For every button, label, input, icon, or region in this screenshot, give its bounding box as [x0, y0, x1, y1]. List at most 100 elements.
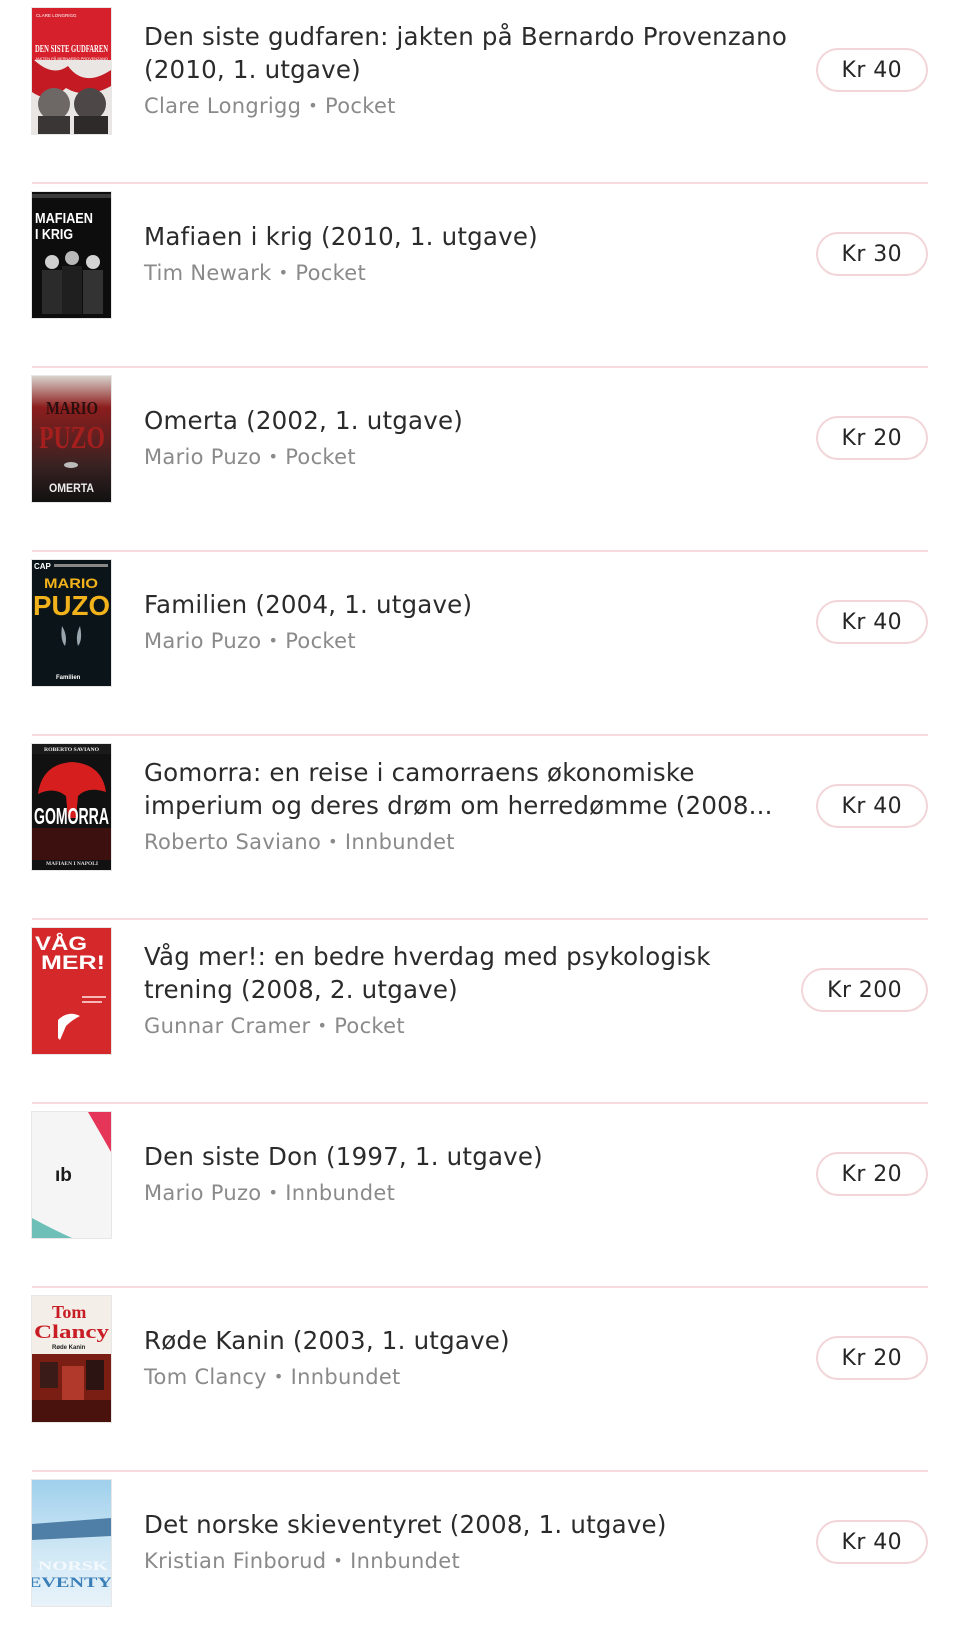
book-title[interactable]: Omerta (2002, 1. utgave) — [144, 404, 794, 437]
cover-text: Tom — [52, 1302, 86, 1322]
book-row[interactable]: NORSK EVENTY Det norske skieventyret (20… — [32, 1472, 928, 1628]
price-button[interactable]: Kr 200 — [801, 968, 928, 1012]
cover-omerta: MARIO PUZO OMERTA — [32, 376, 111, 502]
book-info: Familien (2004, 1. utgave) Mario Puzo • Po… — [144, 552, 794, 694]
separator-dot: • — [333, 1551, 344, 1570]
cover-text: CAP — [34, 562, 52, 571]
cover-placeholder: ıb — [32, 1112, 111, 1238]
book-meta: Tom Clancy • Innbundet — [144, 1362, 794, 1394]
price-button[interactable]: Kr 40 — [815, 48, 928, 92]
cover-text: JAKTEN PÅ BERNARDO PROVENZANO — [35, 56, 108, 61]
book-title[interactable]: Den siste Don (1997, 1. utgave) — [144, 1140, 794, 1173]
book-row[interactable]: MARIO PUZO OMERTA Omerta (2002, 1. utgav… — [32, 368, 928, 552]
cover-text: PUZO — [39, 419, 105, 455]
separator-dot: • — [268, 447, 279, 466]
book-author: Mario Puzo — [144, 445, 262, 469]
book-row[interactable]: VÅG MER! Våg mer!: en bedre hverdag med … — [32, 920, 928, 1104]
book-meta: Tim Newark • Pocket — [144, 258, 794, 290]
cover-text: NORSK — [38, 1558, 109, 1573]
book-format: Pocket — [285, 445, 356, 469]
book-row[interactable]: CAP MARIO PUZO Familien Familien (2004, … — [32, 552, 928, 736]
book-author: Tom Clancy — [144, 1365, 267, 1389]
book-format: Pocket — [295, 261, 367, 285]
book-meta: Mario Puzo • Pocket — [144, 626, 794, 658]
separator-dot: • — [268, 1183, 279, 1202]
book-info: Den siste Don (1997, 1. utgave) Mario Pu… — [144, 1104, 794, 1246]
cover-text: CLARE LONGRIGG — [36, 13, 77, 18]
cover-gomorra: ROBERTO SAVIANO GOMORRA MAFIAEN I NAPOLI — [32, 744, 111, 870]
cover-text: EVENTY — [32, 1575, 111, 1591]
book-cover-image[interactable]: MARIO PUZO OMERTA — [32, 376, 111, 502]
cover-den-siste-gudfaren: CLARE LONGRIGG DEN SISTE GUDFAREN JAKTEN… — [32, 8, 111, 134]
book-info: Den siste gudfaren: jakten på Bernardo P… — [144, 0, 794, 142]
book-cover-image[interactable]: VÅG MER! — [32, 928, 111, 1054]
cover-text: MER! — [41, 953, 105, 974]
book-author: Kristian Finborud — [144, 1549, 327, 1573]
price-button[interactable]: Kr 30 — [815, 232, 928, 276]
book-title[interactable]: Gomorra: en reise i camorraens økonomisk… — [144, 756, 794, 822]
book-info: Mafiaen i krig (2010, 1. utgave) Tim New… — [144, 184, 794, 326]
book-format: Innbundet — [350, 1549, 461, 1573]
price-button[interactable]: Kr 40 — [815, 600, 928, 644]
book-meta: Mario Puzo • Pocket — [144, 442, 794, 474]
separator-dot: • — [328, 831, 338, 851]
book-meta: Roberto Saviano • Innbundet — [144, 827, 794, 859]
book-row[interactable]: MAFIAEN I KRIG Mafiaen i krig (2010, 1. … — [32, 184, 928, 368]
book-title[interactable]: Våg mer!: en bedre hverdag med psykologi… — [144, 940, 794, 1006]
book-author: Mario Puzo — [144, 1181, 262, 1205]
book-format: Innbundet — [285, 1181, 396, 1205]
cover-text: VÅG — [35, 934, 87, 955]
cover-text: OMERTA — [49, 481, 94, 495]
book-title[interactable]: Mafiaen i krig (2010, 1. utgave) — [144, 220, 794, 253]
book-format: Innbundet — [344, 829, 455, 854]
cover-rode-kanin: Tom Clancy Røde Kanin — [32, 1296, 111, 1422]
book-cover-image[interactable]: MAFIAEN I KRIG — [32, 192, 111, 318]
book-row[interactable]: Tom Clancy Røde Kanin Røde Kanin (2003, … — [32, 1288, 928, 1472]
cover-skieventyret: NORSK EVENTY — [32, 1480, 111, 1606]
book-format: Innbundet — [290, 1365, 401, 1389]
cover-text: ROBERTO SAVIANO — [44, 748, 99, 753]
cover-text: MARIO — [44, 575, 98, 591]
cover-logo-text: ıb — [55, 1165, 72, 1186]
cover-text: MARIO — [46, 398, 98, 418]
book-author: Clare Longrigg — [144, 93, 302, 118]
price-button[interactable]: Kr 20 — [815, 1152, 928, 1196]
book-title[interactable]: Den siste gudfaren: jakten på Bernardo P… — [144, 20, 794, 86]
book-info: Våg mer!: en bedre hverdag med psykologi… — [144, 920, 794, 1062]
cover-text: I KRIG — [35, 226, 73, 243]
book-cover-image[interactable]: ıb — [32, 1112, 111, 1238]
price-button[interactable]: Kr 20 — [815, 1336, 928, 1380]
book-row[interactable]: CLARE LONGRIGG DEN SISTE GUDFAREN JAKTEN… — [32, 0, 928, 184]
book-cover-image[interactable]: CLARE LONGRIGG DEN SISTE GUDFAREN JAKTEN… — [32, 8, 111, 134]
cover-familien: CAP MARIO PUZO Familien — [32, 560, 111, 686]
price-button[interactable]: Kr 40 — [815, 784, 928, 828]
book-info: Omerta (2002, 1. utgave) Mario Puzo • Pock… — [144, 368, 794, 510]
book-cover-image[interactable]: Tom Clancy Røde Kanin — [32, 1296, 111, 1422]
cover-text: PUZO — [33, 590, 110, 621]
book-info: Gomorra: en reise i camorraens økonomisk… — [144, 736, 794, 878]
cover-text: Familien — [56, 675, 81, 681]
book-row[interactable]: ROBERTO SAVIANO GOMORRA MAFIAEN I NAPOLI… — [32, 736, 928, 920]
book-info: Det norske skieventyret (2008, 1. utgave… — [144, 1472, 794, 1614]
book-author: Mario Puzo — [144, 629, 262, 653]
separator-dot: • — [278, 263, 289, 282]
cover-text: Røde Kanin — [52, 1345, 86, 1351]
book-cover-image[interactable]: CAP MARIO PUZO Familien — [32, 560, 111, 686]
cover-text: MAFIAEN — [35, 210, 93, 227]
book-row[interactable]: ıb Den siste Don (1997, 1. utgave) Mario… — [32, 1104, 928, 1288]
separator-dot: • — [308, 95, 319, 115]
price-button[interactable]: Kr 20 — [815, 416, 928, 460]
cover-mafiaen-i-krig: MAFIAEN I KRIG — [32, 192, 111, 318]
price-button[interactable]: Kr 40 — [815, 1520, 928, 1564]
book-meta: Kristian Finborud • Innbundet — [144, 1546, 794, 1578]
book-cover-image[interactable]: ROBERTO SAVIANO GOMORRA MAFIAEN I NAPOLI — [32, 744, 111, 870]
book-title[interactable]: Familien (2004, 1. utgave) — [144, 588, 794, 621]
cover-vag-mer: VÅG MER! — [32, 928, 111, 1054]
book-info: Røde Kanin (2003, 1. utgave) Tom Clancy •… — [144, 1288, 794, 1430]
separator-dot: • — [317, 1015, 328, 1035]
book-title[interactable]: Røde Kanin (2003, 1. utgave) — [144, 1324, 794, 1357]
separator-dot: • — [273, 1367, 284, 1386]
cover-text: MAFIAEN I NAPOLI — [46, 862, 98, 867]
book-cover-image[interactable]: NORSK EVENTY — [32, 1480, 111, 1606]
book-title[interactable]: Det norske skieventyret (2008, 1. utgave… — [144, 1508, 794, 1541]
